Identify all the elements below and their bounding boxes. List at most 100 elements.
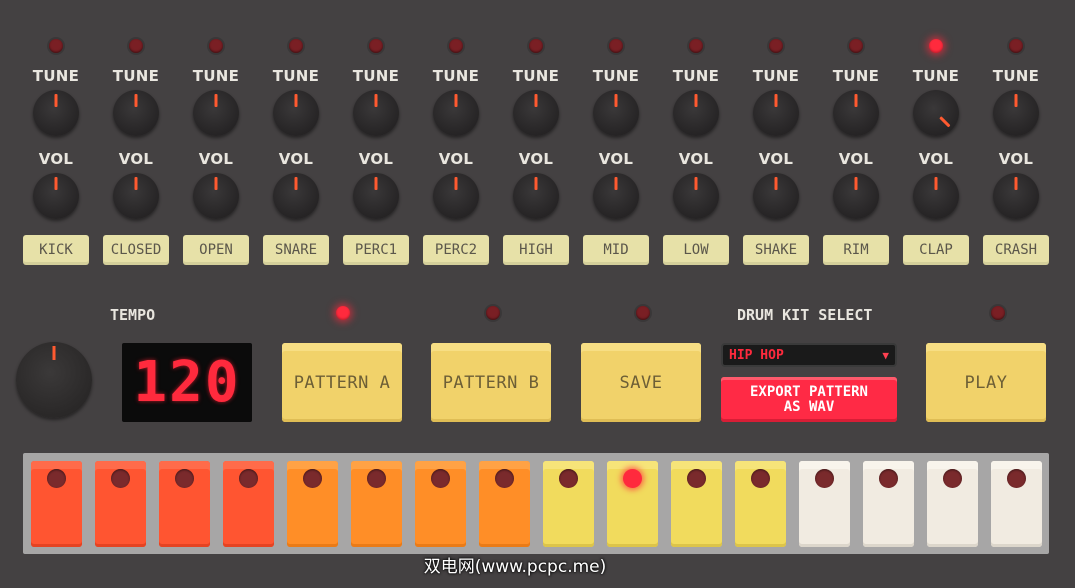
vol-knob[interactable]	[193, 173, 239, 219]
pattern-b-button[interactable]: PATTERN B	[431, 343, 551, 422]
tune-label: TUNE	[912, 67, 960, 85]
step-sequencer	[23, 453, 1049, 554]
vol-knob[interactable]	[673, 173, 719, 219]
tune-label: TUNE	[752, 67, 800, 85]
step-pad-9[interactable]	[543, 461, 594, 547]
vol-label: VOL	[38, 150, 74, 168]
tune-knob[interactable]	[513, 90, 559, 136]
tune-knob[interactable]	[913, 90, 959, 136]
vol-knob[interactable]	[273, 173, 319, 219]
knob-indicator	[1014, 94, 1018, 107]
tune-knob[interactable]	[353, 90, 399, 136]
vol-knob[interactable]	[753, 173, 799, 219]
channel-crash: TUNE VOL CRASH	[976, 34, 1056, 274]
vol-knob[interactable]	[993, 173, 1039, 219]
channel-led	[689, 39, 703, 53]
channel-name-button[interactable]: CRASH	[983, 235, 1049, 265]
step-pad-3[interactable]	[159, 461, 210, 547]
tempo-knob-indicator	[52, 346, 56, 360]
tune-label: TUNE	[512, 67, 560, 85]
vol-label: VOL	[598, 150, 634, 168]
step-led	[47, 469, 66, 488]
tune-knob[interactable]	[113, 90, 159, 136]
tune-label: TUNE	[432, 67, 480, 85]
vol-knob[interactable]	[833, 173, 879, 219]
step-pad-4[interactable]	[223, 461, 274, 547]
channel-clap: TUNE VOL CLAP	[896, 34, 976, 274]
tune-label: TUNE	[352, 67, 400, 85]
vol-label: VOL	[678, 150, 714, 168]
step-pad-16[interactable]	[991, 461, 1042, 547]
channel-perc2: TUNE VOL PERC2	[416, 34, 496, 274]
drum-kit-select[interactable]: HIP HOP ▼	[721, 343, 897, 367]
tune-label: TUNE	[832, 67, 880, 85]
step-pad-15[interactable]	[927, 461, 978, 547]
channel-name-button[interactable]: CLOSED	[103, 235, 169, 265]
channel-name-button[interactable]: CLAP	[903, 235, 969, 265]
step-led	[367, 469, 386, 488]
step-pad-1[interactable]	[31, 461, 82, 547]
channel-name-button[interactable]: RIM	[823, 235, 889, 265]
channel-led	[849, 39, 863, 53]
step-pad-12[interactable]	[735, 461, 786, 547]
knob-indicator	[939, 116, 951, 128]
tune-knob[interactable]	[433, 90, 479, 136]
play-led	[991, 306, 1005, 320]
vol-knob[interactable]	[353, 173, 399, 219]
tempo-knob[interactable]	[16, 342, 92, 418]
channel-kick: TUNE VOL KICK	[16, 34, 96, 274]
knob-indicator	[614, 94, 618, 107]
watermark: 双电网(www.pcpc.me)	[423, 556, 607, 577]
step-pad-14[interactable]	[863, 461, 914, 547]
tune-knob[interactable]	[993, 90, 1039, 136]
vol-knob[interactable]	[433, 173, 479, 219]
knob-indicator	[774, 177, 778, 190]
vol-knob[interactable]	[33, 173, 79, 219]
step-pad-10[interactable]	[607, 461, 658, 547]
knob-indicator	[294, 94, 298, 107]
vol-label: VOL	[518, 150, 554, 168]
channel-name-button[interactable]: KICK	[23, 235, 89, 265]
vol-label: VOL	[918, 150, 954, 168]
pattern-a-button[interactable]: PATTERN A	[282, 343, 402, 422]
vol-knob[interactable]	[113, 173, 159, 219]
step-led	[1007, 469, 1026, 488]
step-pad-11[interactable]	[671, 461, 722, 547]
step-pad-8[interactable]	[479, 461, 530, 547]
tune-knob[interactable]	[833, 90, 879, 136]
step-pad-2[interactable]	[95, 461, 146, 547]
step-pad-5[interactable]	[287, 461, 338, 547]
channel-strips: TUNE VOL KICK TUNE VOL CLOSED TUNE VOL OPEN TUNE V…	[16, 34, 1056, 274]
vol-knob[interactable]	[513, 173, 559, 219]
drum-kit-selected-value: HIP HOP	[729, 347, 784, 363]
channel-name-button[interactable]: SHAKE	[743, 235, 809, 265]
step-led	[495, 469, 514, 488]
knob-indicator	[694, 94, 698, 107]
tune-knob[interactable]	[593, 90, 639, 136]
channel-name-button[interactable]: HIGH	[503, 235, 569, 265]
vol-knob[interactable]	[913, 173, 959, 219]
vol-label: VOL	[118, 150, 154, 168]
channel-name-button[interactable]: LOW	[663, 235, 729, 265]
channel-name-button[interactable]: SNARE	[263, 235, 329, 265]
save-button[interactable]: SAVE	[581, 343, 701, 422]
play-button[interactable]: PLAY	[926, 343, 1046, 422]
channel-name-button[interactable]: MID	[583, 235, 649, 265]
vol-knob[interactable]	[593, 173, 639, 219]
tune-knob[interactable]	[753, 90, 799, 136]
export-wav-button[interactable]: EXPORT PATTERN AS WAV	[721, 377, 897, 422]
channel-name-button[interactable]: OPEN	[183, 235, 249, 265]
step-pad-7[interactable]	[415, 461, 466, 547]
step-pad-6[interactable]	[351, 461, 402, 547]
knob-indicator	[614, 177, 618, 190]
step-pad-13[interactable]	[799, 461, 850, 547]
channel-name-button[interactable]: PERC1	[343, 235, 409, 265]
knob-indicator	[1014, 177, 1018, 190]
tune-knob[interactable]	[673, 90, 719, 136]
tune-knob[interactable]	[193, 90, 239, 136]
tune-knob[interactable]	[33, 90, 79, 136]
tune-knob[interactable]	[273, 90, 319, 136]
channel-name-button[interactable]: PERC2	[423, 235, 489, 265]
chevron-down-icon: ▼	[882, 348, 889, 362]
channel-shake: TUNE VOL SHAKE	[736, 34, 816, 274]
